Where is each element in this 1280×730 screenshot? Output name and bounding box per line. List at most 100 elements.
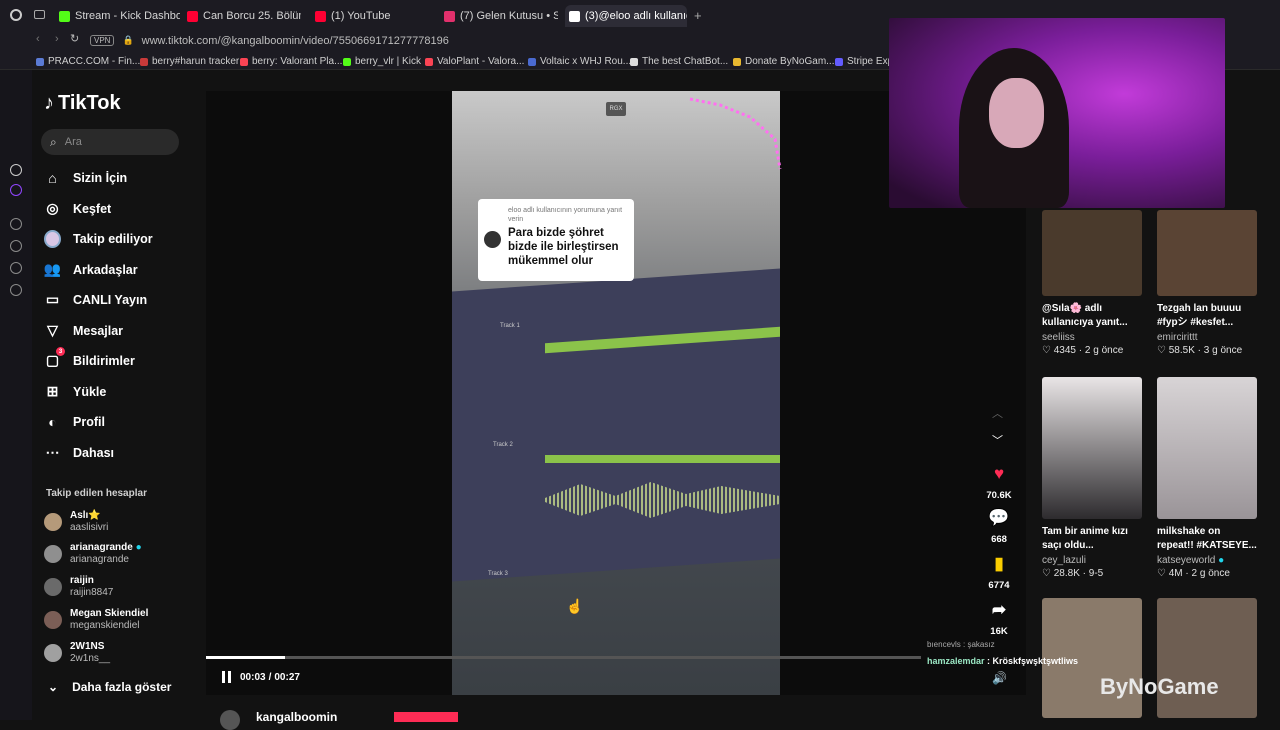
tab-tiktok-active[interactable]: (3)@eloo adlı kullanıcı	[565, 5, 687, 27]
recommended-video[interactable]: @Sıla🌸 adlı kullanıcıya yanıt... seeliiss…	[1042, 210, 1142, 356]
pause-icon[interactable]	[220, 671, 234, 683]
bookmark-item[interactable]: Donate ByNoGam...	[733, 56, 834, 67]
heart-outline-icon: ♡	[1042, 568, 1051, 579]
avatar[interactable]	[220, 710, 240, 730]
heart-outline-icon: ♡	[1157, 345, 1166, 356]
valorant-icon	[240, 57, 248, 66]
nav-upload[interactable]: ⊞ Yükle	[44, 383, 107, 400]
nav-explore[interactable]: ◎ Keşfet	[44, 200, 111, 217]
followed-account[interactable]: Aslı⭐ aaslisivri	[44, 510, 108, 534]
reload-icon[interactable]: ↻	[70, 32, 79, 45]
followed-account[interactable]: arianagrande ● arianagrande	[44, 542, 142, 566]
tab-youtube[interactable]: (1) YouTube	[311, 5, 431, 27]
bookmark-item[interactable]: Voltaic x WHJ Rou...	[528, 56, 631, 67]
recommended-video[interactable]: Tezgah lan buuuu #fypシ #kesfet... emircir…	[1157, 210, 1257, 356]
tab-menu-icon[interactable]	[34, 10, 45, 19]
video-thumbnail	[1042, 377, 1142, 519]
creator-name[interactable]: kangalboomin	[256, 710, 337, 724]
nav-for-you[interactable]: ⌂ Sizin İçin	[44, 169, 127, 186]
forward-icon[interactable]: ›	[55, 33, 59, 45]
history-icon[interactable]	[10, 240, 22, 252]
nav-notifications[interactable]: ▢ 3 Bildirimler	[44, 347, 135, 369]
previous-video-button[interactable]: ︿	[992, 405, 1003, 421]
bookmark-item[interactable]: berry#harun tracker	[140, 56, 239, 67]
next-video-button[interactable]: ﹀	[992, 432, 1003, 448]
video-progress-fill	[206, 656, 286, 659]
following-accounts-header: Takip edilen hesaplar	[46, 488, 147, 499]
follow-button[interactable]	[394, 712, 458, 722]
url-field[interactable]: VPN 🔒 www.tiktok.com/@kangalboomin/video…	[90, 32, 880, 49]
bookmark-item[interactable]: PRACC.COM - Fin...	[36, 56, 140, 67]
followed-account[interactable]: raijin raijin8847	[44, 575, 113, 599]
like-button[interactable]: ♥ 70.6K	[984, 463, 1014, 501]
bookmark-item[interactable]: Stripe Expr	[835, 56, 896, 67]
save-button[interactable]: ▮ 6774	[984, 553, 1014, 591]
tiktok-note-icon: ♪	[44, 92, 54, 114]
valorant-icon	[425, 57, 433, 66]
rgx-tag: RGX	[606, 102, 626, 116]
recommended-video[interactable]: Tam bir anime kızı saçı oldu... cey_lazul…	[1042, 377, 1142, 579]
tiktok-sidebar-icon[interactable]	[10, 164, 22, 176]
profile-icon: ◐	[48, 413, 57, 430]
search-input[interactable]: ⌕ Ara	[41, 129, 179, 155]
settings-icon[interactable]	[10, 284, 22, 296]
nav-more[interactable]: ⋯ Dahası	[44, 444, 115, 461]
nav-profile[interactable]: ◐ Profil	[44, 413, 105, 430]
nav-live[interactable]: ▭ CANLI Yayın	[44, 291, 147, 308]
avatar	[44, 578, 62, 596]
bookmark-item[interactable]: ValoPlant - Valora...	[425, 56, 524, 67]
nav-following[interactable]: Takip ediliyor	[44, 229, 153, 248]
comment-button[interactable]: 💬 668	[984, 507, 1014, 545]
chevron-down-icon: ⌄	[48, 680, 59, 694]
verified-icon: ●	[135, 542, 142, 553]
back-icon[interactable]: ‹	[36, 33, 40, 45]
nav-messages[interactable]: ▽ Mesajlar	[44, 322, 123, 339]
search-icon: ⌕	[50, 134, 57, 149]
bookmark-item[interactable]: berry_vlr | Kick	[343, 56, 421, 67]
twitch-icon[interactable]	[10, 184, 22, 196]
inbox-icon: ▢ 3	[44, 347, 65, 369]
verified-icon: ●	[1218, 555, 1225, 566]
opera-menu-icon[interactable]	[10, 9, 22, 21]
tab-youtube-can-borcu[interactable]: Can Borcu 25. Bölüm @ar	[183, 5, 301, 27]
tab-kick-dashboard[interactable]: Stream - Kick Dashboard	[55, 5, 180, 27]
volume-icon[interactable]: 🔊	[992, 671, 1007, 685]
video-progress-bar[interactable]	[206, 656, 921, 659]
tab-instagram-inbox[interactable]: (7) Gelen Kutusu • Sohbe	[440, 5, 558, 27]
avatar	[484, 231, 501, 248]
new-tab-button[interactable]: +	[694, 8, 702, 23]
bookmark-icon	[733, 57, 741, 66]
player-icon[interactable]	[10, 218, 22, 230]
bookmark-item[interactable]: berry: Valorant Pla...	[240, 56, 342, 67]
daw-track-label: Track 1	[500, 323, 520, 329]
nav-friends[interactable]: 👥 Arkadaşlar	[44, 261, 138, 278]
followed-account[interactable]: Megan Skiendiel meganskiendiel	[44, 608, 148, 632]
heart-outline-icon: ♡	[1042, 345, 1051, 356]
home-icon: ⌂	[48, 169, 57, 186]
share-icon: ➦	[991, 600, 1007, 619]
video-thumbnail	[1157, 377, 1257, 519]
following-avatar-icon	[44, 229, 61, 248]
bookmark-icon: ▮	[994, 554, 1004, 573]
recommended-video[interactable]: milkshake on repeat!! #KATSEYE... katseye…	[1157, 377, 1257, 579]
live-icon: ▭	[45, 291, 60, 307]
vpn-badge[interactable]: VPN	[90, 35, 115, 46]
bookmark-icon	[140, 57, 148, 66]
bookmark-icon	[528, 57, 536, 66]
avatar	[44, 611, 62, 629]
show-more-accounts[interactable]: ⌄ Daha fazla göster	[48, 680, 171, 694]
tiktok-logo[interactable]: ♪ TikTok	[44, 92, 121, 115]
followed-account[interactable]: 2W1NS 2w1ns__	[44, 641, 110, 665]
extensions-icon[interactable]	[10, 262, 22, 274]
reply-comment-sticker: eloo adlı kullanıcının yorumuna yanıt ve…	[478, 199, 634, 281]
instagram-icon	[444, 10, 455, 22]
bookmark-item[interactable]: The best ChatBot...	[630, 56, 728, 67]
avatar	[44, 644, 62, 662]
stripe-icon	[835, 57, 843, 66]
share-button[interactable]: ➦ 16K	[984, 599, 1014, 637]
recommended-video[interactable]	[1157, 598, 1257, 718]
compass-icon: ◎	[46, 200, 59, 216]
lock-icon: 🔒	[122, 35, 134, 45]
kick-icon	[59, 10, 70, 22]
heart-outline-icon: ♡	[1157, 568, 1166, 579]
